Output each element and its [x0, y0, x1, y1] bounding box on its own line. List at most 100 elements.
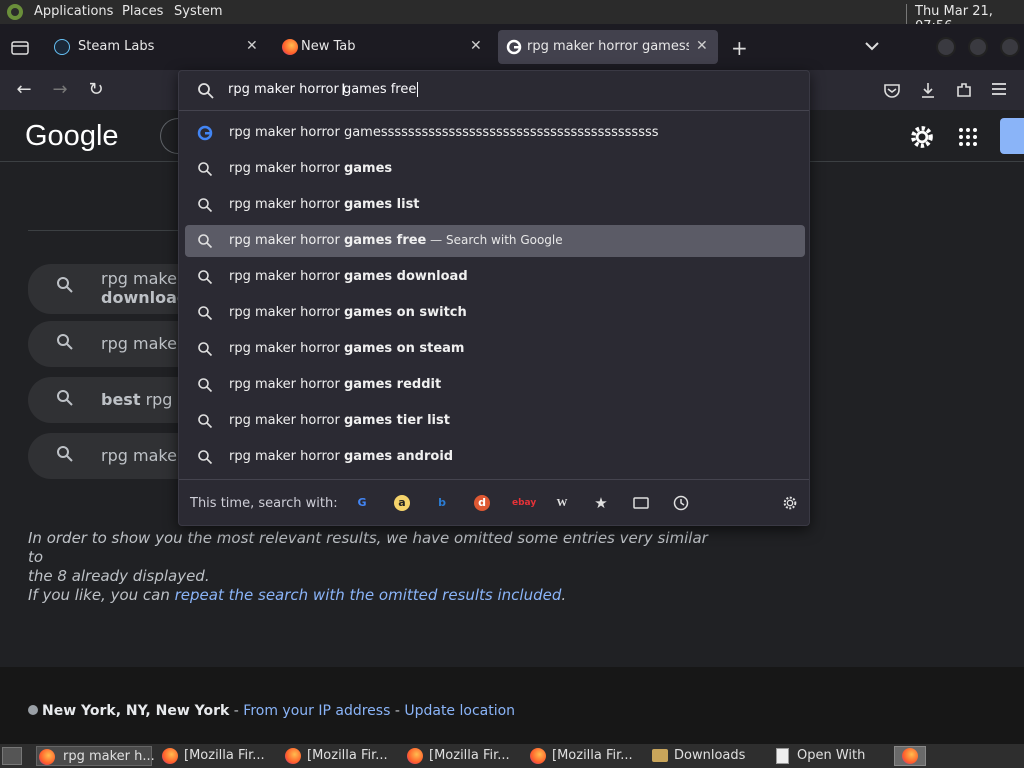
taskbar-label: [Mozilla Fir... [429, 748, 510, 763]
settings-gear-icon[interactable] [909, 124, 935, 150]
repeat-search-link[interactable]: repeat the search with the omitted resul… [175, 586, 562, 604]
taskbar-item[interactable]: [Mozilla Fir... [283, 746, 399, 766]
tab-label: New Tab [301, 39, 356, 54]
google-icon [197, 125, 213, 141]
maximize-window-icon[interactable] [968, 37, 988, 57]
hamburger-menu-icon[interactable] [991, 82, 1007, 96]
suggestion-row[interactable]: rpg maker horror games tier list [185, 405, 805, 437]
omitted-line-3: If you like, you can repeat the search w… [28, 586, 708, 605]
back-arrow-icon[interactable]: ← [13, 79, 35, 101]
close-icon[interactable]: ✕ [470, 38, 482, 54]
urlbar[interactable]: rpg maker horror games free I [179, 71, 809, 111]
search-icon [198, 414, 213, 429]
apps-grid-icon[interactable] [958, 127, 978, 147]
system-taskbar: rpg maker h... [Mozilla Fir... [Mozilla … [0, 744, 1024, 768]
location-line: New York, NY, New York - From your IP ad… [28, 703, 515, 719]
suggestion-row[interactable]: rpg maker horror games download [185, 261, 805, 293]
suggestion-row[interactable]: rpg maker horror games on steam [185, 333, 805, 365]
system-top-bar: Applications Places System Thu Mar 21, 0… [0, 0, 1024, 34]
pocket-icon[interactable] [883, 82, 901, 98]
steam-icon [54, 39, 70, 55]
google-icon[interactable]: G [354, 495, 370, 511]
tab-new-tab[interactable]: New Tab ✕ [272, 30, 494, 64]
firefox-icon [902, 748, 918, 764]
distro-logo-icon[interactable] [6, 3, 24, 21]
wikipedia-icon[interactable]: W [554, 495, 570, 511]
show-desktop-icon[interactable] [2, 747, 22, 765]
bookmarks-star-icon[interactable]: ★ [593, 495, 609, 511]
duckduckgo-icon[interactable]: d [474, 495, 490, 511]
firefox-icon [530, 748, 546, 764]
update-location-link[interactable]: Update location [404, 703, 515, 719]
menu-system[interactable]: System [174, 4, 222, 19]
text-cursor-icon: I [341, 80, 346, 99]
close-icon[interactable]: ✕ [696, 38, 708, 54]
new-tab-plus-icon[interactable]: + [731, 36, 748, 60]
extensions-icon[interactable] [955, 81, 973, 99]
suggestion-prefix: rpg maker horror [229, 197, 344, 212]
omitted-line-2: the 8 already displayed. [28, 567, 210, 585]
suggestion-row-selected[interactable]: rpg maker horror games free — Search wit… [185, 225, 805, 257]
suggestion-bold: games on steam [343, 341, 465, 356]
suggestion-prefix: rpg maker horror [229, 413, 344, 428]
minimize-window-icon[interactable] [936, 37, 956, 57]
taskbar-item[interactable]: Downloads [650, 746, 766, 766]
ebay-icon[interactable]: ebay [512, 495, 536, 511]
suggestion-hint: Search with Google [446, 233, 563, 247]
related-search-text-bold: download [101, 288, 189, 307]
forward-arrow-icon[interactable]: → [49, 79, 71, 101]
suggestion-text: rpg maker horror games on steam [229, 341, 464, 356]
menu-applications[interactable]: Applications [34, 4, 113, 19]
downloads-icon[interactable] [919, 81, 937, 99]
workspace-switcher[interactable] [894, 746, 926, 766]
tab-steam-labs[interactable]: Steam Labs ✕ [44, 30, 268, 64]
urlbar-input[interactable]: rpg maker horror games free [228, 82, 419, 97]
separator: - [229, 703, 244, 719]
suggestion-text: rpg maker horror games android [229, 449, 453, 464]
taskbar-item[interactable]: [Mozilla Fir... [528, 746, 644, 766]
suggestion-row[interactable]: rpg maker horror games reddit [185, 369, 805, 401]
suggestion-row[interactable]: rpg maker horror games [185, 153, 805, 185]
firefox-icon [282, 39, 298, 55]
search-icon [198, 342, 213, 357]
suggestion-row[interactable]: rpg maker horror games android [185, 441, 805, 473]
taskbar-item[interactable]: Open With [773, 746, 889, 766]
search-icon [198, 450, 213, 465]
suggestion-prefix: rpg maker horror gamesssssssssssssssssss… [229, 125, 659, 140]
location-text: New York, NY, New York [42, 703, 230, 719]
bing-icon[interactable]: b [434, 495, 450, 511]
ip-address-link[interactable]: From your IP address [243, 703, 390, 719]
history-clock-icon[interactable] [673, 495, 689, 511]
suggestion-text: rpg maker horror games [229, 161, 392, 176]
suggestion-row[interactable]: rpg maker horror games on switch [185, 297, 805, 329]
amazon-icon[interactable]: a [394, 495, 410, 511]
dialog-icon [776, 748, 789, 764]
reload-icon[interactable]: ↻ [85, 79, 107, 101]
sign-in-button[interactable] [1000, 118, 1024, 154]
close-icon[interactable]: ✕ [246, 38, 258, 54]
close-window-icon[interactable] [1000, 37, 1020, 57]
taskbar-item[interactable]: [Mozilla Fir... [405, 746, 521, 766]
omitted-results-notice: In order to show you the most relevant r… [28, 529, 708, 605]
tabs-icon[interactable] [633, 495, 649, 511]
suggestion-prefix: rpg maker horror [229, 377, 344, 392]
taskbar-item[interactable]: [Mozilla Fir... [160, 746, 276, 766]
omitted-line-1: In order to show you the most relevant r… [28, 529, 708, 566]
suggestion-text: rpg maker horror games tier list [229, 413, 450, 428]
page-footer: New York, NY, New York - From your IP ad… [0, 667, 1024, 744]
tab-label: rpg maker horror gamesss [527, 39, 689, 54]
firefox-view-icon[interactable] [11, 39, 29, 55]
taskbar-item[interactable]: rpg maker h... [36, 746, 155, 766]
chevron-down-icon[interactable] [864, 40, 880, 52]
suggestion-row[interactable]: rpg maker horror games list [185, 189, 805, 221]
menu-places[interactable]: Places [122, 4, 163, 19]
related-search-text: rpg maker [101, 334, 184, 353]
tab-google-search[interactable]: rpg maker horror gamesss ✕ [498, 30, 718, 64]
suggestion-prefix: rpg maker horror [229, 341, 344, 356]
search-icon [198, 198, 213, 213]
related-search-text: rpg maker [101, 269, 184, 288]
search-settings-gear-icon[interactable] [782, 495, 798, 511]
google-logo[interactable]: Google [25, 120, 119, 153]
taskbar-label: rpg maker h... [63, 749, 155, 764]
suggestion-row[interactable]: rpg maker horror gamesssssssssssssssssss… [185, 117, 805, 149]
